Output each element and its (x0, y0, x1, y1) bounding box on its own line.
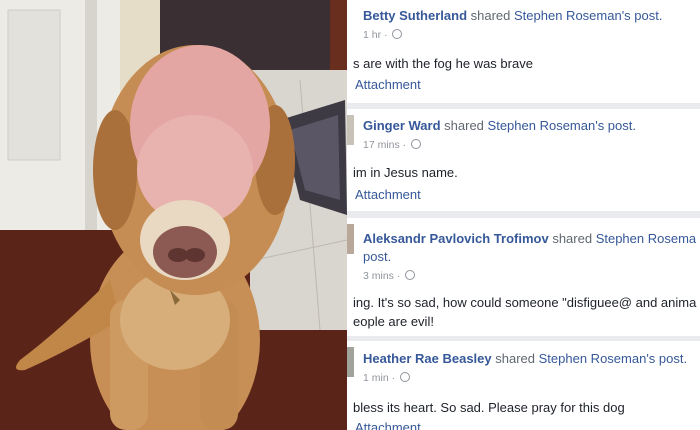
author-link[interactable]: Heather Rae Beasley (363, 351, 492, 366)
shared-post-2: Ginger Ward shared Stephen Roseman's pos… (347, 109, 700, 212)
shared-label: shared (470, 8, 511, 23)
post-header: Ginger Ward shared Stephen Roseman's pos… (363, 118, 636, 133)
original-post-link[interactable]: Stephen Roseman's post. (539, 351, 687, 366)
post-meta: 17 mins · (363, 139, 422, 151)
attachment-link[interactable]: Attachment (355, 77, 421, 92)
original-post-link-wrap[interactable]: post. (363, 249, 391, 264)
author-link[interactable]: Betty Sutherland (363, 8, 467, 23)
post-text: bless its heart. So sad. Please pray for… (353, 400, 625, 415)
post-meta: 1 hr · (363, 29, 403, 41)
timestamp-link[interactable]: 17 mins · (363, 139, 406, 151)
avatar[interactable] (347, 347, 354, 377)
shared-label: shared (495, 351, 536, 366)
post-text-line-2: eople are evil! (353, 314, 434, 329)
globe-icon (392, 29, 403, 39)
shares-feed: Betty Sutherland shared Stephen Roseman'… (347, 0, 700, 430)
original-post-link[interactable]: Stephen Roseman's post. (488, 118, 636, 133)
divider (347, 211, 700, 218)
post-text-line-1: ing. It's so sad, how could someone "dis… (353, 295, 697, 310)
shared-post-4: Heather Rae Beasley shared Stephen Rosem… (347, 341, 700, 430)
timestamp-link[interactable]: 3 mins · (363, 270, 400, 282)
globe-icon (411, 139, 422, 149)
post-header: Betty Sutherland shared Stephen Roseman'… (363, 8, 662, 23)
dog-photo (0, 0, 347, 430)
attachment-link[interactable]: Attachment (355, 187, 421, 202)
original-post-link[interactable]: Stephen Rosema (596, 231, 696, 246)
attachment-link[interactable]: Attachment (355, 420, 421, 430)
globe-icon (405, 270, 416, 280)
post-header: Heather Rae Beasley shared Stephen Rosem… (363, 351, 687, 366)
shared-post-1: Betty Sutherland shared Stephen Roseman'… (347, 0, 700, 104)
post-header: Aleksandr Pavlovich Trofimov shared Step… (363, 231, 696, 246)
shared-label: shared (444, 118, 484, 133)
post-text: s are with the fog he was brave (353, 56, 533, 71)
avatar[interactable] (347, 224, 354, 254)
author-link[interactable]: Aleksandr Pavlovich Trofimov (363, 231, 549, 246)
author-link[interactable]: Ginger Ward (363, 118, 441, 133)
shared-post-3: Aleksandr Pavlovich Trofimov shared Step… (347, 218, 700, 337)
avatar[interactable] (347, 115, 354, 145)
post-meta: 1 min · (363, 372, 411, 384)
shared-label: shared (552, 231, 593, 246)
globe-icon (400, 372, 411, 382)
post-meta: 3 mins · (363, 270, 416, 282)
original-post-link[interactable]: Stephen Roseman's post. (514, 8, 662, 23)
post-text: im in Jesus name. (353, 165, 458, 180)
timestamp-link[interactable]: 1 min · (363, 372, 395, 384)
timestamp-link[interactable]: 1 hr · (363, 29, 388, 41)
